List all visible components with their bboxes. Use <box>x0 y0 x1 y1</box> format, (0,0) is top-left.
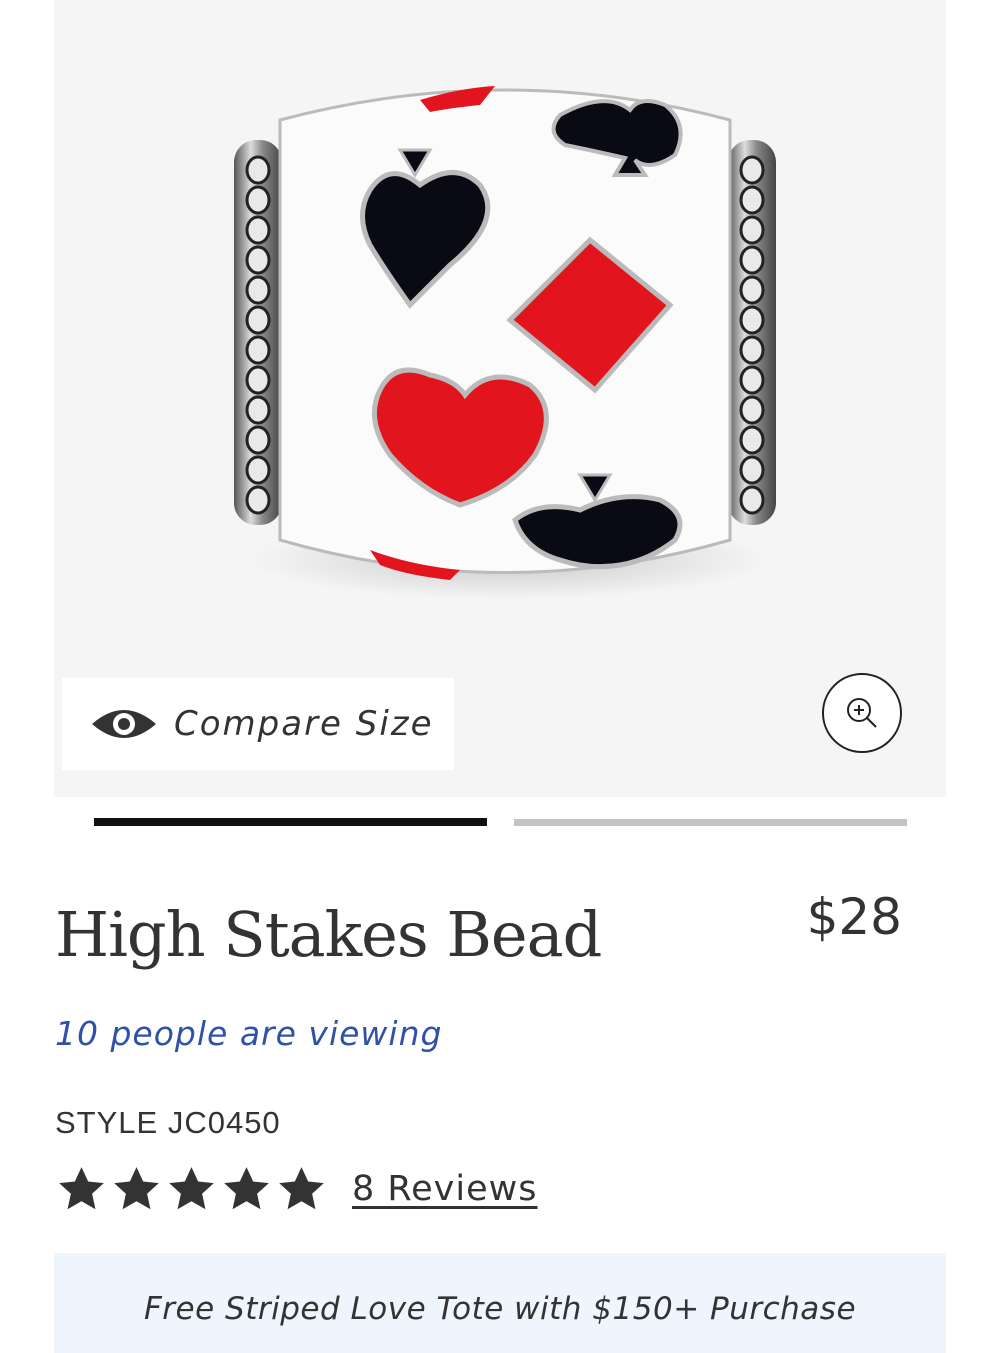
gallery-progress-inactive[interactable] <box>514 819 907 826</box>
gallery-progress-active[interactable] <box>94 818 487 826</box>
star-icon <box>169 1167 214 1210</box>
product-price: $28 <box>806 888 902 946</box>
zoom-in-icon <box>847 698 877 728</box>
promo-banner[interactable]: Free Striped Love Tote with $150+ Purcha… <box>54 1253 946 1353</box>
zoom-button[interactable] <box>822 673 902 753</box>
compare-size-button[interactable]: Compare Size <box>62 678 454 770</box>
reviews-link[interactable]: 8 Reviews <box>352 1169 538 1209</box>
star-icon <box>224 1167 269 1210</box>
viewers-count: 10 people are viewing <box>55 1014 443 1053</box>
product-title: High Stakes Bead <box>55 898 602 971</box>
promo-text: Free Striped Love Tote with $150+ Purcha… <box>143 1291 857 1327</box>
eye-icon <box>92 710 156 738</box>
product-image[interactable] <box>220 60 790 620</box>
style-code: STYLE JC0450 <box>55 1105 281 1140</box>
product-gallery[interactable]: Compare Size <box>54 0 946 797</box>
product-rating: 8 Reviews <box>55 1164 538 1214</box>
star-icon <box>279 1167 324 1210</box>
star-icon <box>59 1167 104 1210</box>
star-rating <box>55 1164 330 1214</box>
star-icon <box>114 1167 159 1210</box>
compare-size-label: Compare Size <box>174 704 434 744</box>
